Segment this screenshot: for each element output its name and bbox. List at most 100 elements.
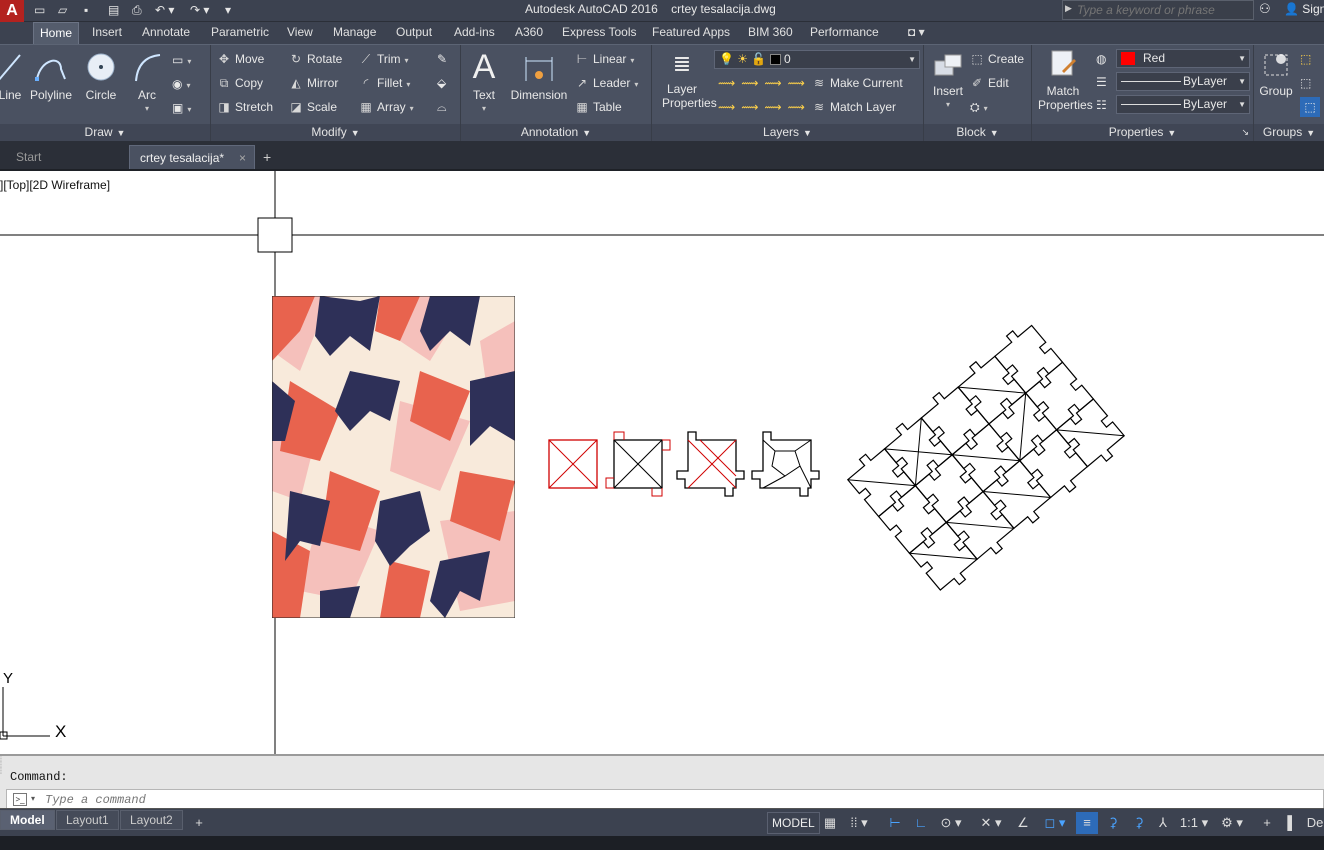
- ribbon-minimize-icon[interactable]: ◘ ▾: [908, 22, 925, 44]
- save-icon[interactable]: ▪: [84, 2, 88, 19]
- command-input[interactable]: [45, 791, 645, 808]
- lineweight-dropdown[interactable]: ByLayer ▼: [1116, 95, 1250, 114]
- annotation-visibility-icon[interactable]: ⚳: [1102, 812, 1124, 834]
- search-expand-icon[interactable]: ▶: [1065, 3, 1072, 14]
- color-dropdown[interactable]: Red ▼: [1116, 49, 1250, 68]
- erase-icon[interactable]: ✎: [437, 49, 447, 69]
- search-box[interactable]: ▶: [1062, 0, 1254, 20]
- properties-panel-title[interactable]: Properties ▼ ↘: [1032, 124, 1253, 141]
- command-prompt-icon[interactable]: >_: [13, 793, 27, 806]
- block-panel-title[interactable]: Block ▼: [924, 124, 1031, 141]
- object-snap-tracking-icon[interactable]: ∠: [1012, 812, 1034, 834]
- insert-dropdown-icon[interactable]: ▾: [928, 98, 968, 112]
- layer-dropdown[interactable]: 💡 ☀ 🔓 0 ▼: [714, 50, 920, 69]
- command-line[interactable]: >_ ▾: [6, 789, 1324, 810]
- stretch-button[interactable]: ◨ Stretch: [217, 97, 273, 117]
- arc-dropdown-icon[interactable]: ▾: [130, 102, 164, 116]
- command-recent-dropdown-icon[interactable]: ▾: [31, 794, 35, 803]
- workspace-gear-icon[interactable]: ⚙ ▾: [1214, 812, 1250, 834]
- annotation-panel-title[interactable]: Annotation ▼: [461, 124, 651, 141]
- line-button[interactable]: Line: [0, 51, 24, 102]
- isodraft-icon[interactable]: ✕ ▾: [974, 812, 1008, 834]
- group-selection-icon[interactable]: ⬚: [1300, 97, 1320, 117]
- application-menu-button[interactable]: A: [0, 0, 24, 22]
- tab-add-ins[interactable]: Add-ins: [454, 22, 495, 44]
- infer-constraints-icon[interactable]: ⊢: [884, 812, 906, 834]
- edit-block-button[interactable]: ✐ Edit: [970, 73, 1009, 93]
- panel-launcher-icon[interactable]: ↘: [1241, 124, 1249, 141]
- arc-button[interactable]: Arc ▾: [130, 51, 164, 116]
- new-tab-button[interactable]: +: [259, 145, 275, 169]
- make-current-button[interactable]: ≋ Make Current: [812, 73, 903, 93]
- tab-a360[interactable]: A360: [515, 22, 543, 44]
- close-tab-icon[interactable]: ×: [239, 146, 246, 170]
- undo-icon[interactable]: ↶ ▾: [155, 2, 174, 19]
- open-file-icon[interactable]: ▱: [58, 2, 67, 19]
- tab-performance[interactable]: Performance: [810, 22, 879, 44]
- annotation-scale-dropdown[interactable]: 1:1 ▾: [1176, 812, 1212, 834]
- hatch-icon[interactable]: ◉ ▾: [172, 74, 191, 94]
- insert-block-button[interactable]: Insert ▾: [928, 51, 968, 112]
- block-attributes-icon[interactable]: ⛭ ▾: [970, 97, 988, 117]
- auto-scale-icon[interactable]: ⚳: [1128, 812, 1150, 834]
- qat-customize-icon[interactable]: ▾: [225, 2, 231, 19]
- tab-start[interactable]: Start: [6, 145, 51, 169]
- layer-tools-row1-icons[interactable]: ⟿⟿⟿⟿: [718, 73, 811, 93]
- rectangle-icon[interactable]: ▭ ▾: [172, 50, 191, 70]
- create-block-button[interactable]: ⬚ Create: [970, 49, 1024, 69]
- tab-insert[interactable]: Insert: [92, 22, 122, 44]
- draw-panel-title[interactable]: Draw ▼: [0, 124, 210, 141]
- mirror-button[interactable]: ◭ Mirror: [289, 73, 338, 93]
- layout-tab-layout2[interactable]: Layout2: [120, 810, 183, 830]
- drawing-canvas[interactable]: ][Top][2D Wireframe] X Y: [0, 171, 1324, 754]
- tab-home[interactable]: Home: [33, 22, 80, 44]
- ortho-icon[interactable]: ∟: [910, 812, 932, 834]
- group-button[interactable]: Group: [1256, 49, 1296, 98]
- groups-panel-title[interactable]: Groups ▼: [1254, 124, 1324, 141]
- annotation-scale-icon[interactable]: ⅄: [1152, 812, 1174, 834]
- binoculars-icon[interactable]: ⚇: [1259, 1, 1271, 17]
- linetype-dropdown[interactable]: ByLayer ▼: [1116, 72, 1250, 91]
- layout-tab-model[interactable]: Model: [0, 810, 55, 830]
- linear-button[interactable]: ⊢ Linear ▾: [575, 49, 635, 69]
- color-wheel-icon[interactable]: ◍: [1096, 49, 1106, 69]
- offset-icon[interactable]: ⌓: [437, 97, 447, 117]
- snap-icon[interactable]: ⁞⁞ ▾: [844, 812, 874, 834]
- layers-panel-title[interactable]: Layers ▼: [652, 124, 923, 141]
- text-button[interactable]: A Text ▾: [469, 49, 499, 116]
- dimension-button[interactable]: Dimension: [509, 51, 569, 102]
- boundary-icon[interactable]: ▣ ▾: [172, 98, 191, 118]
- modify-panel-title[interactable]: Modify ▼: [211, 124, 460, 141]
- array-button[interactable]: ▦ Array ▾: [359, 97, 413, 117]
- model-space-button[interactable]: MODEL: [767, 812, 820, 834]
- tab-bim-360[interactable]: BIM 360: [748, 22, 793, 44]
- layout-tab-layout1[interactable]: Layout1: [56, 810, 119, 830]
- tab-view[interactable]: View: [287, 22, 313, 44]
- polar-tracking-icon[interactable]: ⊙ ▾: [934, 812, 968, 834]
- group-edit-icon[interactable]: ⬚: [1300, 73, 1311, 93]
- circle-button[interactable]: Circle: [84, 51, 118, 102]
- grid-icon[interactable]: ▦: [820, 812, 840, 834]
- object-snap-icon[interactable]: ◻ ▾: [1038, 812, 1072, 834]
- tab-express-tools[interactable]: Express Tools: [562, 22, 636, 44]
- text-dropdown-icon[interactable]: ▾: [469, 102, 499, 116]
- ungroup-icon[interactable]: ⬚: [1300, 49, 1311, 69]
- scale-button[interactable]: ◪ Scale: [289, 97, 337, 117]
- save-as-icon[interactable]: ▤: [108, 2, 119, 19]
- polyline-button[interactable]: Polyline: [28, 51, 74, 102]
- add-layout-icon[interactable]: +: [188, 812, 210, 834]
- match-properties-button[interactable]: Match Properties: [1038, 49, 1093, 112]
- tab-drawing-active[interactable]: crtey tesalacija* ×: [129, 145, 255, 169]
- search-input[interactable]: [1077, 2, 1251, 18]
- leader-button[interactable]: ↗ Leader ▾: [575, 73, 638, 93]
- tab-manage[interactable]: Manage: [333, 22, 376, 44]
- print-icon[interactable]: ⎙: [132, 2, 142, 19]
- layer-tools-row2-icons[interactable]: ⟿⟿⟿⟿: [718, 97, 811, 117]
- trim-button[interactable]: ⟋ Trim ▾: [359, 49, 409, 69]
- redo-icon[interactable]: ↷ ▾: [190, 2, 209, 19]
- lineweight-toggle-icon[interactable]: ≡: [1076, 812, 1098, 834]
- tab-parametric[interactable]: Parametric: [211, 22, 269, 44]
- fillet-button[interactable]: ◜ Fillet ▾: [359, 73, 411, 93]
- annotation-monitor-icon[interactable]: +: [1256, 812, 1278, 834]
- move-button[interactable]: ✥ Move: [217, 49, 264, 69]
